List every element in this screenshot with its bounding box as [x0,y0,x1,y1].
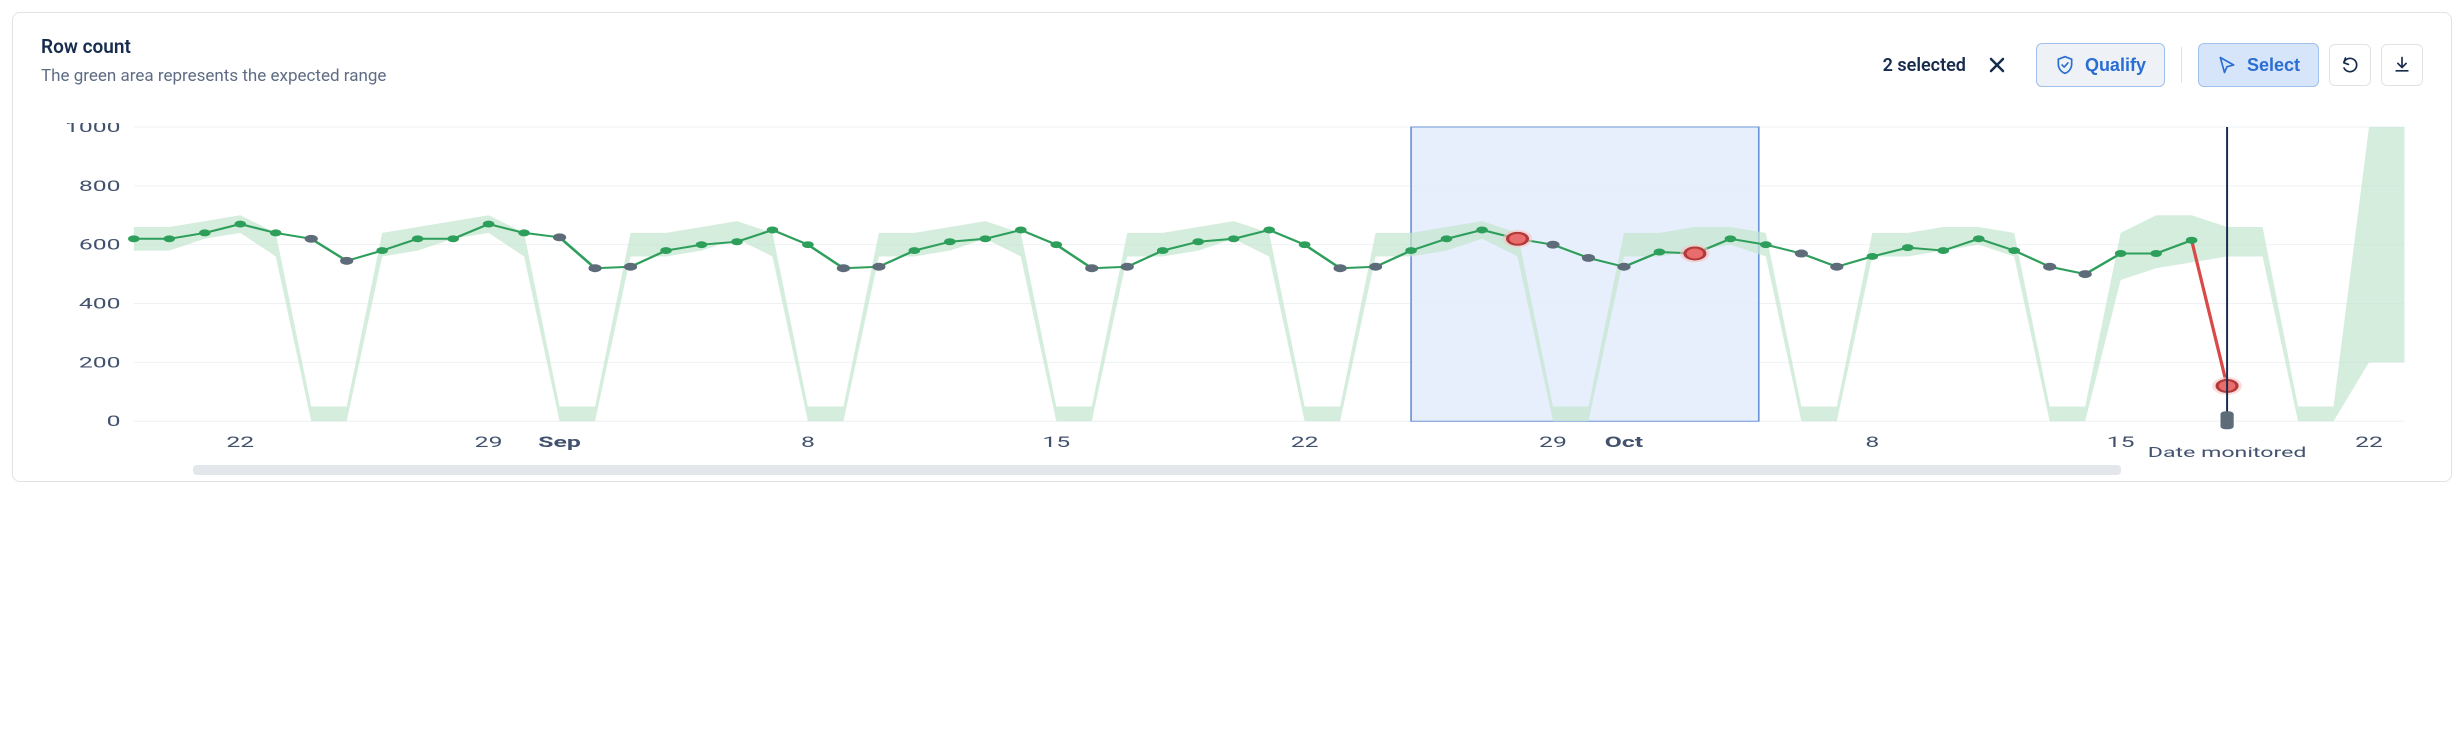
download-button[interactable] [2381,44,2423,86]
svg-text:200: 200 [79,353,121,371]
svg-text:Oct: Oct [1605,433,1643,451]
svg-text:0: 0 [107,412,121,430]
svg-text:15: 15 [2107,433,2135,451]
chart-header: Row count The green area represents the … [13,15,2451,87]
shield-check-icon [2055,55,2075,75]
svg-text:29: 29 [1539,433,1567,451]
qualify-label: Qualify [2085,55,2146,76]
scrollbar-thumb[interactable] [193,465,2121,475]
chart-subtitle: The green area represents the expected r… [41,66,1883,86]
refresh-button[interactable] [2329,44,2371,86]
download-icon [2392,55,2412,75]
select-button[interactable]: Select [2198,43,2319,87]
svg-text:22: 22 [226,433,254,451]
separator [2181,47,2182,83]
select-label: Select [2247,55,2300,76]
svg-text:8: 8 [801,433,815,451]
svg-text:Date monitored: Date monitored [2148,444,2307,461]
clear-selection-button[interactable] [1980,48,2014,82]
svg-text:15: 15 [1042,433,1070,451]
chart-card: Row count The green area represents the … [12,12,2452,482]
svg-text:400: 400 [79,295,121,313]
qualify-button[interactable]: Qualify [2036,43,2165,87]
close-icon [1987,55,2007,75]
svg-text:Sep: Sep [538,433,581,451]
horizontal-scrollbar[interactable] [193,465,2121,475]
svg-text:600: 600 [79,236,121,254]
selection-count: 2 selected [1883,55,1966,76]
svg-text:1000: 1000 [65,123,121,136]
chart-title: Row count [41,35,1883,58]
chart-plot-area[interactable]: 0 200 400 600 800 1000 22 29 Sep 8 15 22 29 Oct 8 15 22 D… [43,123,2421,461]
svg-text:22: 22 [1291,433,1319,451]
cursor-icon [2217,55,2237,75]
svg-text:8: 8 [1865,433,1879,451]
chart-svg: 0 200 400 600 800 1000 22 29 Sep 8 15 22 29 Oct 8 15 22 D… [43,123,2421,461]
refresh-icon [2340,55,2360,75]
svg-text:29: 29 [475,433,503,451]
svg-text:800: 800 [79,177,121,195]
svg-text:22: 22 [2355,433,2383,451]
